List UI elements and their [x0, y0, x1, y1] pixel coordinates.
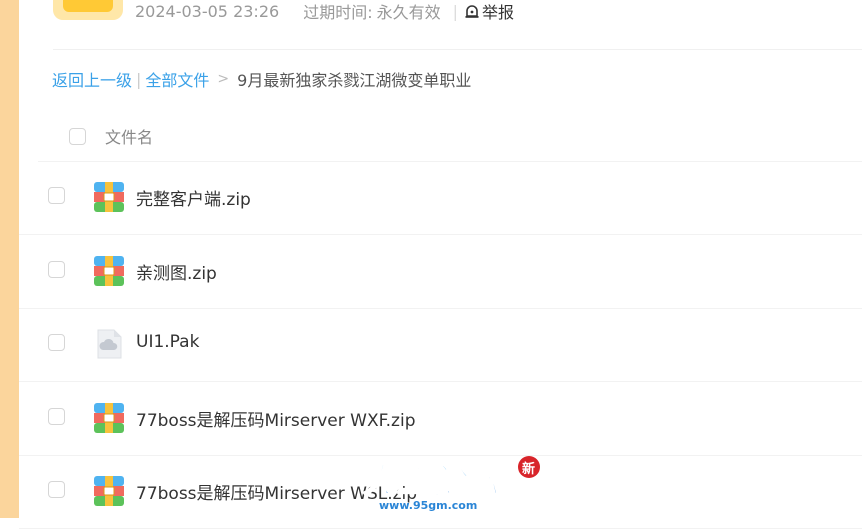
breadcrumb-current-folder: 9月最新独家杀戮江湖微变单职业: [237, 71, 472, 90]
file-row[interactable]: UI1.Pak: [19, 308, 862, 382]
zip-archive-icon: [94, 182, 124, 212]
report-icon: [465, 5, 479, 18]
header-divider: [53, 49, 862, 50]
file-name[interactable]: 77boss是解压码Mirserver WXF.zip: [136, 406, 415, 431]
file-list-header: 文件名: [38, 110, 862, 162]
breadcrumb-back-link[interactable]: 返回上一级: [52, 67, 132, 91]
file-row-checkbox[interactable]: [48, 187, 65, 204]
file-row-checkbox[interactable]: [48, 407, 65, 425]
report-label: 举报: [482, 3, 515, 22]
folder-icon: [63, 0, 113, 12]
share-meta: 2024-03-05 23:26 过期时间: 永久有效 | 举报: [135, 0, 514, 23]
file-name[interactable]: 完整客户端.zip: [136, 185, 251, 210]
zip-archive-icon: [94, 402, 124, 433]
expire-value: 永久有效: [376, 3, 441, 22]
left-edge-bar: [0, 0, 19, 518]
file-row-checkbox[interactable]: [48, 481, 65, 498]
file-row[interactable]: 完整客户端.zip: [19, 161, 862, 235]
cloud-file-icon: [97, 329, 122, 359]
watermark-logo-graphic: 九五论坛 新 www.95gm.com: [361, 456, 540, 512]
column-header-filename: 文件名: [105, 128, 154, 147]
file-name[interactable]: UI1.Pak: [136, 332, 199, 352]
share-page: 2024-03-05 23:26 过期时间: 永久有效 | 举报 返回上一级 |…: [19, 0, 862, 529]
breadcrumb-arrow: >: [217, 71, 230, 87]
select-all-checkbox[interactable]: [69, 128, 86, 145]
file-row-checkbox[interactable]: [48, 260, 65, 278]
file-row[interactable]: 77boss是解压码Mirserver WXF.zip: [19, 382, 862, 456]
breadcrumb: 返回上一级 | 全部文件 > 9月最新独家杀戮江湖微变单职业: [52, 66, 471, 92]
zip-archive-icon: [94, 255, 124, 286]
watermark-url: www.95gm.com: [379, 499, 477, 512]
folder-thumbnail: [53, 0, 123, 20]
file-row[interactable]: 亲测图.zip: [19, 235, 862, 309]
zip-archive-icon: [94, 476, 124, 506]
file-row-checkbox[interactable]: [48, 334, 65, 351]
new-badge-text: 新: [522, 461, 535, 477]
meta-divider: |: [452, 1, 458, 21]
report-button[interactable]: 举报: [464, 0, 514, 23]
expire-label: 过期时间:: [303, 3, 373, 22]
forum-watermark-logo: 九五论坛 新 www.95gm.com: [355, 450, 551, 516]
watermark-logo-text: 九五论坛: [362, 461, 503, 501]
breadcrumb-separator: |: [136, 69, 142, 89]
breadcrumb-all-files-link[interactable]: 全部文件: [145, 67, 209, 91]
file-name[interactable]: 亲测图.zip: [136, 259, 217, 284]
share-date: 2024-03-05 23:26: [135, 1, 280, 21]
